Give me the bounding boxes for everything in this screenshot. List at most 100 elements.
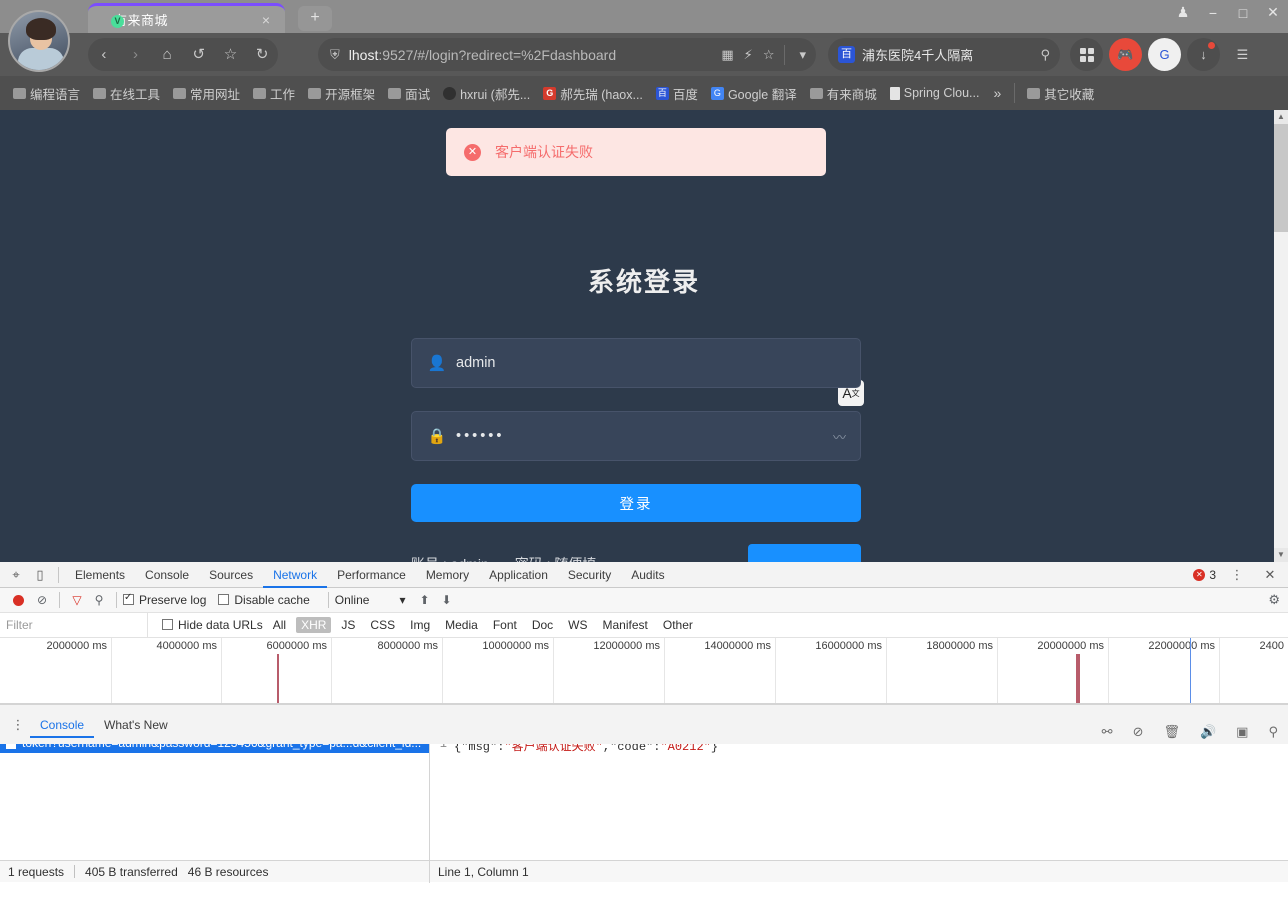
device-toggle-icon[interactable]: ▯ [28,567,52,583]
gear-icon[interactable]: ⚙ [1268,592,1280,608]
divider [59,592,60,608]
hide-data-urls-checkbox[interactable]: Hide data URLs [162,618,263,632]
maximize-button[interactable]: □ [1234,5,1252,21]
avatar[interactable] [8,10,70,72]
bookmark-item[interactable]: 在线工具 [88,82,165,105]
filter-type-css[interactable]: CSS [365,617,400,633]
scrollbar-thumb[interactable] [1274,124,1288,232]
bookmark-item[interactable]: Spring Clou... [885,84,985,102]
back-button[interactable]: ‹ [89,38,119,71]
home-button[interactable]: ⌂ [152,38,182,71]
page-scrollbar[interactable]: ▲ ▼ [1274,110,1288,562]
bookmark-item[interactable]: 有来商城 [805,82,882,105]
download-icon[interactable]: ⬇ [435,593,457,607]
tab-security[interactable]: Security [558,562,621,588]
trash-icon[interactable]: 🗑 [1163,724,1180,740]
network-timeline[interactable]: 2000000 ms 4000000 ms 6000000 ms 8000000… [0,638,1288,704]
bookmark-item[interactable]: 工作 [248,82,300,105]
pin-off-icon[interactable]: ⚯ [1102,724,1113,740]
filter-type-xhr[interactable]: XHR [296,617,332,633]
tab-audits[interactable]: Audits [621,562,674,588]
bookmark-star-icon[interactable]: ☆ [215,38,245,71]
error-count-badge[interactable]: ✕ 3 [1193,568,1216,582]
drawer-menu-icon[interactable]: ⋮ [6,717,30,733]
bookmark-item[interactable]: 百百度 [651,82,703,105]
bookmark-item[interactable]: G 郝先瑞 (haox... [538,82,648,105]
clear-icon[interactable]: ⊘ [31,593,53,607]
filter-input[interactable]: Filter [0,612,148,638]
eye-closed-icon[interactable]: 〰 [833,427,846,446]
devtools-close-icon[interactable]: ✕ [1258,567,1282,583]
upload-icon[interactable]: ⬆ [413,593,435,607]
filter-icon[interactable]: ▽ [66,593,88,607]
throttling-select[interactable]: Online ▾ [335,593,406,607]
search-icon[interactable]: ⚲ [88,593,110,607]
speaker-icon[interactable]: 🔊 [1200,724,1216,740]
apps-grid-icon[interactable] [1070,38,1103,71]
minimize-button[interactable]: − [1204,5,1222,21]
scroll-down-arrow[interactable]: ▼ [1274,548,1288,562]
bookmark-label: Google 翻译 [727,87,797,102]
tab-elements[interactable]: Elements [65,562,135,588]
secondary-button[interactable] [748,544,861,562]
shirt-icon[interactable]: ♟ [1174,4,1192,21]
disable-cache-checkbox[interactable]: Disable cache [218,593,310,607]
bolt-icon[interactable]: ⚡ [744,47,753,63]
filter-type-ws[interactable]: WS [563,617,592,633]
bookmark-item[interactable]: hxrui (郝先... [438,82,535,105]
record-icon[interactable] [13,594,24,606]
filter-type-all[interactable]: All [268,617,291,633]
close-icon[interactable]: × [259,13,273,27]
timeline-tick: 12000000 ms [593,640,660,652]
chevron-down-icon[interactable]: ▾ [799,47,806,63]
preserve-log-checkbox[interactable]: Preserve log [123,592,207,607]
search-icon[interactable]: ⚲ [1268,724,1278,740]
login-button[interactable]: 登录 [411,484,861,522]
filter-type-doc[interactable]: Doc [527,617,558,633]
filter-type-font[interactable]: Font [488,617,522,633]
search-icon[interactable]: ⚲ [1040,47,1050,63]
qr-icon[interactable]: ▦ [721,47,733,63]
star-icon[interactable]: ☆ [763,47,775,63]
tab-performance[interactable]: Performance [327,562,416,588]
inspect-icon[interactable]: ⌖ [4,567,28,583]
tab-console[interactable]: Console [135,562,199,588]
reload-button[interactable]: ↺ [184,38,214,71]
filter-type-js[interactable]: JS [336,617,360,633]
game-icon[interactable]: 🎮 [1109,38,1142,71]
tab-application[interactable]: Application [479,562,558,588]
bookmarks-overflow-button[interactable]: » [987,85,1007,101]
bookmark-item[interactable]: 面试 [383,82,435,105]
tab-network[interactable]: Network [263,562,328,588]
username-field[interactable]: 👤 admin [411,338,861,388]
download-icon[interactable]: ↓ [1187,38,1220,71]
menu-icon[interactable]: ☰ [1226,38,1259,71]
refresh-button[interactable]: ↻ [247,38,277,71]
bookmark-item[interactable]: 常用网址 [168,82,245,105]
filter-type-img[interactable]: Img [405,617,435,633]
bookmark-item[interactable]: 编程语言 [8,82,85,105]
tab-memory[interactable]: Memory [416,562,479,588]
drawer-tab-whats-new[interactable]: What's New [94,712,178,738]
filter-type-manifest[interactable]: Manifest [598,617,653,633]
filter-type-media[interactable]: Media [440,617,483,633]
search-bar[interactable]: 百 浦东医院4千人隔离 ⚲ [828,38,1060,71]
password-field[interactable]: 🔒 •••••• 〰 [411,411,861,461]
other-bookmarks-folder[interactable]: 其它收藏 [1022,82,1099,105]
address-bar[interactable]: ⛨ lhost:9527/#/login?redirect=%2Fdashboa… [318,38,816,71]
browser-tab[interactable]: V 有来商城 × [88,3,285,33]
scroll-up-arrow[interactable]: ▲ [1274,110,1288,124]
new-tab-button[interactable]: + [298,6,332,31]
bookmark-item[interactable]: 开源框架 [303,82,380,105]
preserve-log-label: Preserve log [139,593,207,607]
forward-button[interactable]: › [120,38,150,71]
filter-type-other[interactable]: Other [658,617,698,633]
drawer-tab-console[interactable]: Console [30,712,95,738]
close-window-button[interactable]: ✕ [1264,4,1282,21]
sidebar-icon[interactable]: ▣ [1236,724,1248,740]
grammarly-icon[interactable]: G [1148,38,1181,71]
bookmark-item[interactable]: G Google 翻译 [706,82,802,105]
devtools-more-icon[interactable]: ⋮ [1225,567,1249,583]
no-record-icon[interactable]: ⊘ [1133,724,1144,740]
tab-sources[interactable]: Sources [199,562,263,588]
